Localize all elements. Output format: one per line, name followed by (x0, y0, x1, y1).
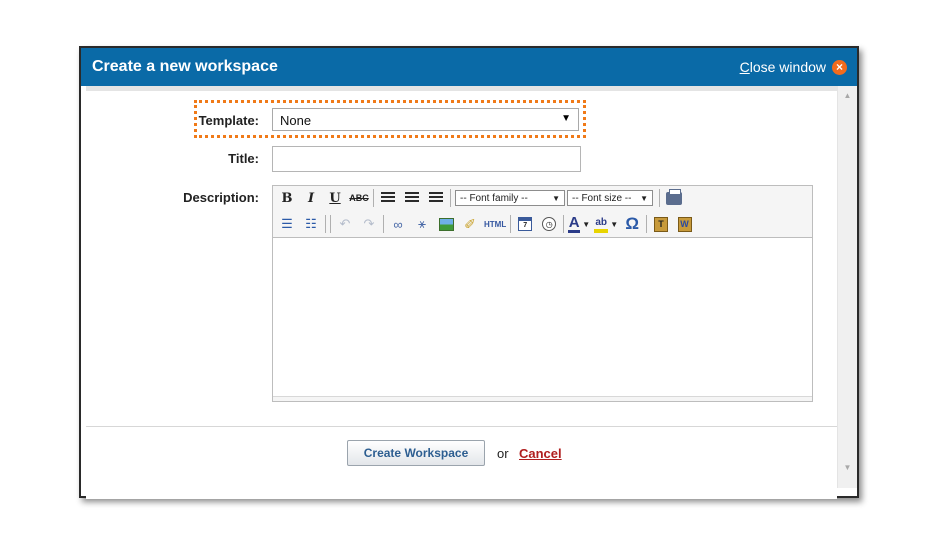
description-edit-area[interactable] (273, 237, 812, 397)
toolbar-separator (330, 215, 331, 233)
calendar-icon: 7 (518, 217, 533, 231)
insert-time-button[interactable]: ◷ (539, 214, 559, 234)
insert-image-button[interactable] (436, 214, 456, 234)
toolbar-separator (563, 215, 565, 233)
paste-text-icon (654, 216, 669, 232)
font-size-select[interactable]: -- Font size -- ▼ (567, 190, 653, 206)
clock-icon: ◷ (542, 217, 557, 231)
undo-icon: ↶ (339, 216, 351, 231)
font-size-select-value: -- Font size -- (572, 192, 632, 204)
chevron-down-icon: ▼ (640, 193, 648, 203)
image-icon (438, 217, 454, 231)
close-window-button[interactable]: Close window × (740, 57, 847, 77)
numbered-list-button[interactable]: ☷ (301, 214, 321, 234)
bullet-list-button[interactable]: ☰ (277, 214, 297, 234)
align-center-button[interactable] (402, 188, 422, 208)
paste-text-button[interactable] (651, 214, 671, 234)
bullet-list-icon: ☰ (281, 216, 293, 231)
link-icon: ∞ (393, 216, 403, 232)
insert-date-button[interactable]: 7 (515, 214, 535, 234)
close-window-label-rest: lose window (749, 59, 826, 75)
toolbar-separator (450, 189, 451, 207)
font-family-select-value: -- Font family -- (460, 192, 528, 204)
highlight-color-button[interactable]: ab (594, 215, 609, 233)
chevron-down-icon: ▼ (561, 113, 571, 124)
create-workspace-button[interactable]: Create Workspace (347, 440, 485, 466)
align-center-icon (405, 192, 419, 204)
highlight-color-dropdown-icon[interactable]: ▼ (610, 214, 618, 234)
print-button[interactable] (664, 188, 684, 208)
editor-toolbar-row-1: B I U ABC -- Font family -- ▼ -- Font si… (277, 187, 688, 209)
redo-button[interactable]: ↷ (359, 214, 379, 234)
scroll-up-arrow-icon[interactable]: ▲ (838, 88, 857, 104)
or-text: or (497, 446, 509, 461)
align-right-button[interactable] (426, 188, 446, 208)
toolbar-separator (659, 189, 660, 207)
close-window-accesskey: C (739, 59, 750, 75)
footer-divider (86, 426, 837, 427)
toolbar-separator (383, 215, 384, 233)
font-color-dropdown-icon[interactable]: ▼ (582, 214, 590, 234)
strikethrough-button[interactable]: ABC (349, 188, 369, 208)
description-label: Description: (183, 190, 259, 205)
template-label: Template: (198, 113, 259, 128)
cancel-link[interactable]: Cancel (519, 446, 562, 461)
dialog-scrollbar[interactable]: ▲ ▼ (837, 86, 857, 488)
redo-icon: ↷ (363, 216, 375, 231)
dialog-titlebar: Create a new workspace Close window × (81, 48, 857, 86)
insert-link-button[interactable]: ∞ (388, 214, 408, 234)
font-family-select[interactable]: -- Font family -- ▼ (455, 190, 565, 206)
numbered-list-icon: ☷ (305, 216, 317, 231)
align-left-button[interactable] (378, 188, 398, 208)
font-color-button[interactable]: A (568, 214, 581, 233)
description-editor: B I U ABC -- Font family -- ▼ -- Font si… (272, 185, 813, 402)
paste-word-button[interactable] (675, 214, 695, 234)
editor-toolbar-row-2: ☰ ☷ ↶ ↷ ∞ ⚹ ✐ HTML 7 ◷ A ▼ ab ▼ Ω (277, 213, 699, 235)
title-label: Title: (228, 151, 259, 166)
chevron-down-icon: ▼ (552, 193, 560, 203)
align-left-icon (381, 192, 395, 204)
bold-button[interactable]: B (277, 188, 297, 208)
unlink-icon: ⚹ (418, 216, 426, 231)
special-character-button[interactable]: Ω (622, 214, 642, 234)
html-source-button[interactable]: HTML (484, 214, 506, 234)
title-input[interactable] (272, 146, 581, 172)
printer-icon (666, 188, 682, 205)
toolbar-separator (510, 215, 512, 233)
close-icon[interactable]: × (832, 59, 847, 75)
toolbar-separator (325, 215, 326, 233)
close-window-label: Close window (740, 59, 826, 75)
italic-button[interactable]: I (301, 188, 321, 208)
create-workspace-dialog: Create a new workspace Close window × ▲ … (79, 46, 859, 499)
dialog-title: Create a new workspace (92, 58, 278, 75)
toolbar-separator (646, 215, 648, 233)
scroll-down-arrow-icon[interactable]: ▼ (838, 460, 857, 476)
toolbar-separator (373, 189, 374, 207)
align-right-icon (429, 192, 443, 204)
brush-icon: ✐ (464, 215, 476, 232)
undo-button[interactable]: ↶ (335, 214, 355, 234)
underline-button[interactable]: U (325, 188, 345, 208)
template-select-value: None (280, 113, 312, 128)
paste-word-icon (678, 216, 693, 232)
cleanup-button[interactable]: ✐ (460, 214, 480, 234)
template-select[interactable]: None ▼ (272, 108, 579, 131)
unlink-button[interactable]: ⚹ (412, 214, 432, 234)
